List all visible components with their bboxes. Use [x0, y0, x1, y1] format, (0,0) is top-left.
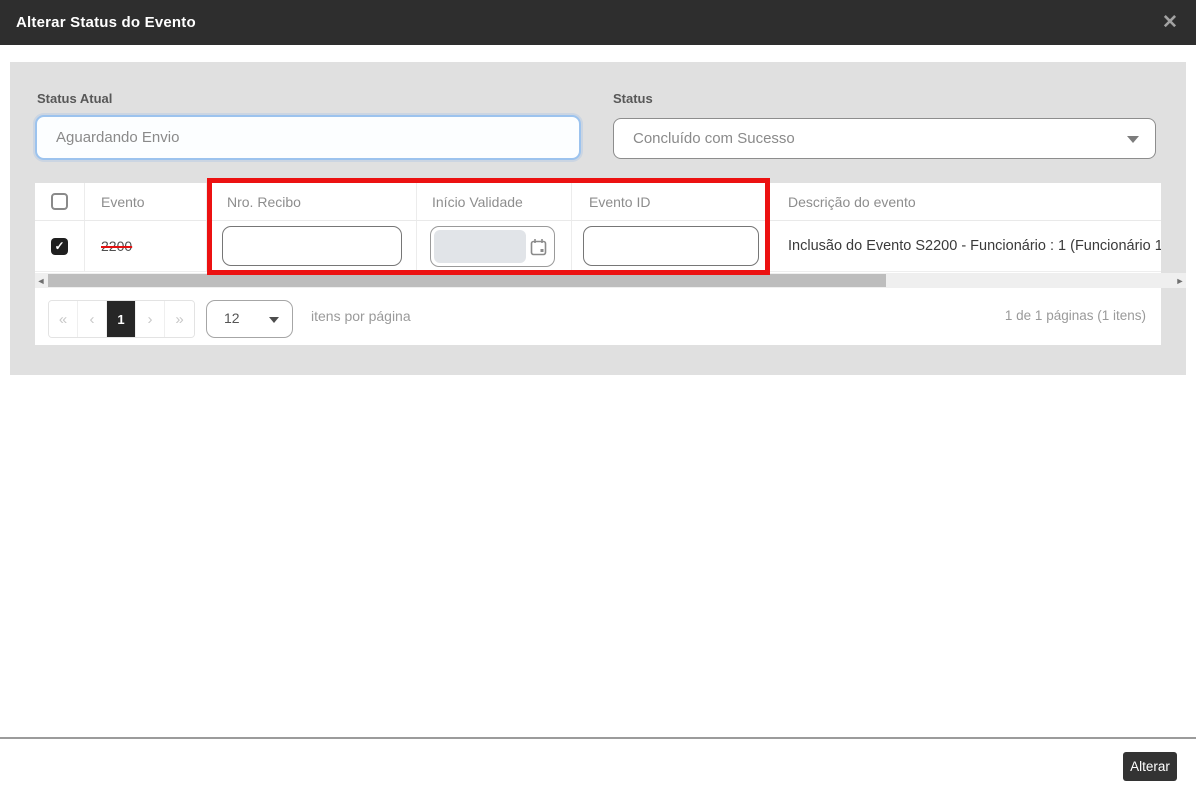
horizontal-scrollbar[interactable]: ◄ ►	[35, 273, 1186, 288]
row-checkbox[interactable]: ✓	[51, 237, 68, 255]
close-icon[interactable]: ✕	[1158, 0, 1182, 45]
table-header-row: Evento Nro. Recibo Início Validade Event…	[35, 183, 1161, 221]
calendar-icon[interactable]	[530, 238, 547, 261]
next-page-button[interactable]: ›	[136, 301, 165, 337]
header-nro-recibo-label: Nro. Recibo	[227, 193, 301, 210]
row-nro-recibo-cell	[207, 221, 417, 271]
inicio-validade-input[interactable]	[430, 225, 555, 267]
page-size-value: 12	[224, 310, 240, 326]
header-evento: Evento	[85, 183, 207, 220]
pager-group: « ‹ 1 › »	[48, 300, 195, 338]
change-event-status-modal: Alterar Status do Evento ✕ Status Atual …	[0, 0, 1196, 795]
row-evento-cell: 2200	[85, 221, 207, 271]
status-atual-input[interactable]	[35, 115, 581, 160]
nro-recibo-input[interactable]	[222, 226, 402, 266]
row-evento-id-cell	[572, 221, 770, 271]
first-page-button[interactable]: «	[49, 301, 78, 337]
status-select[interactable]: Concluído com Sucesso	[613, 118, 1156, 159]
select-all-checkbox[interactable]	[51, 193, 68, 210]
scroll-left-icon[interactable]: ◄	[35, 273, 47, 288]
event-description: Inclusão do Evento S2200 - Funcionário :…	[788, 238, 1161, 254]
evento-id-input[interactable]	[583, 226, 759, 266]
events-table: Evento Nro. Recibo Início Validade Event…	[35, 183, 1161, 345]
header-checkbox-cell	[35, 183, 85, 220]
header-evento-id: Evento ID	[572, 183, 770, 220]
header-descricao: Descrição do evento	[770, 183, 1161, 220]
prev-page-button[interactable]: ‹	[78, 301, 107, 337]
page-summary: 1 de 1 páginas (1 itens)	[1004, 308, 1146, 323]
modal-body-panel: Status Atual Status Concluído com Sucess…	[10, 62, 1186, 375]
scroll-right-icon[interactable]: ►	[1174, 273, 1186, 288]
row-inicio-validade-cell	[417, 221, 572, 271]
footer-divider	[0, 737, 1196, 739]
current-page-button[interactable]: 1	[107, 301, 136, 337]
status-atual-label: Status Atual	[37, 91, 113, 106]
alterar-button[interactable]: Alterar	[1123, 752, 1177, 781]
chevron-down-icon	[269, 317, 279, 323]
row-descricao-cell: Inclusão do Evento S2200 - Funcionário :…	[770, 221, 1161, 271]
modal-title: Alterar Status do Evento	[16, 14, 196, 31]
items-per-page-label: itens por página	[311, 308, 411, 324]
row-checkbox-cell: ✓	[35, 221, 85, 271]
header-descricao-label: Descrição do evento	[788, 193, 916, 210]
header-evento-id-label: Evento ID	[589, 193, 651, 210]
status-select-value: Concluído com Sucesso	[633, 130, 795, 147]
table-row: ✓ 2200 Inclusão do Evento S2200 - Funcio…	[35, 221, 1161, 272]
date-input-disabled-area	[434, 229, 526, 263]
last-page-button[interactable]: »	[165, 301, 194, 337]
chevron-down-icon	[1127, 136, 1139, 143]
evento-code: 2200	[101, 238, 133, 254]
status-label: Status	[613, 91, 653, 106]
header-evento-label: Evento	[101, 193, 145, 210]
pagination-bar: « ‹ 1 › » 12 itens por página 1 de 1 pág…	[35, 287, 1161, 345]
scrollbar-thumb[interactable]	[48, 274, 886, 287]
header-inicio-validade-label: Início Validade	[432, 193, 523, 210]
header-inicio-validade: Início Validade	[417, 183, 572, 220]
page-size-select[interactable]: 12	[206, 300, 293, 338]
header-nro-recibo: Nro. Recibo	[207, 183, 417, 220]
modal-header: Alterar Status do Evento ✕	[0, 0, 1196, 45]
